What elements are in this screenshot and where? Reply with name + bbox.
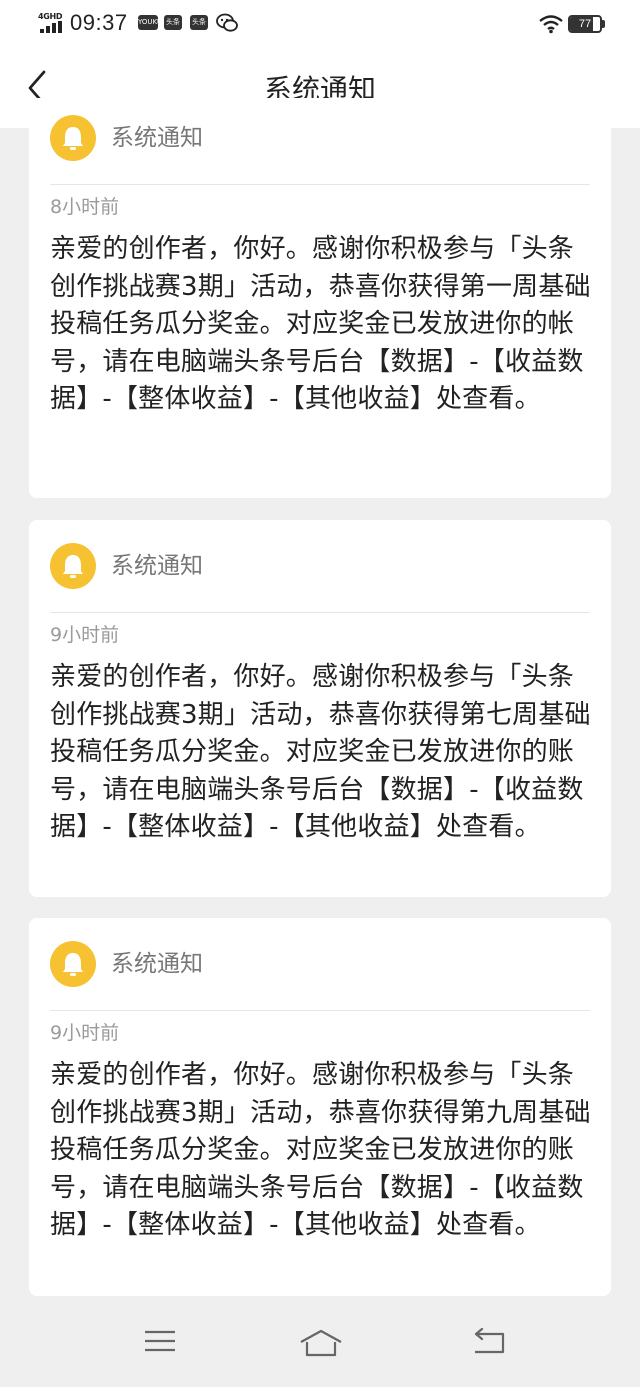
back-nav-button[interactable] [472,1327,506,1360]
back-icon [474,1327,505,1354]
card-divider [50,184,590,185]
battery-icon: 77 [568,15,602,33]
toutiao-app-icon: 头条 [164,15,182,30]
network-type: 4GHD [38,12,63,21]
wechat-icon [216,13,238,32]
notification-time: 8小时前 [50,196,120,218]
signal-indicator: 4GHD [38,12,68,34]
card-divider [50,1010,590,1011]
bell-avatar [50,543,96,589]
youku-app-icon: YOUKU [138,15,162,30]
menu-button[interactable] [144,1328,176,1360]
battery-percent: 77 [578,18,592,30]
notification-message: 亲爱的创作者，你好。感谢你积极参与「头条创作挑战赛3期」活动，恭喜你获得第一周基… [50,234,591,414]
bell-avatar [50,115,96,161]
wifi-icon [539,15,563,34]
system-navigation-bar [0,1300,640,1387]
notification-message: 亲爱的创作者，你好。感谢你积极参与「头条创作挑战赛3期」活动，恭喜你获得第九周基… [50,1060,591,1240]
home-button[interactable] [299,1328,343,1362]
bell-avatar [50,941,96,987]
menu-icon [145,1330,175,1352]
home-icon [300,1329,342,1357]
notification-sender: 系统通知 [111,951,203,977]
bell-icon [63,953,83,976]
bell-icon [63,127,83,150]
status-time: 09:37 [70,10,128,35]
card-divider [50,612,590,613]
notification-time: 9小时前 [50,624,120,646]
status-bar: 4GHD 09:37 YOUKU 头条 头条 77 [0,0,640,46]
notification-time: 9小时前 [50,1022,120,1044]
bell-icon [63,555,83,578]
notification-sender: 系统通知 [111,553,203,579]
battery-cap [602,20,605,28]
signal-bars-icon [40,21,62,33]
notification-sender: 系统通知 [111,125,203,151]
notification-card[interactable]: 系统通知 9小时前 亲爱的创作者，你好。感谢你积极参与「头条创作挑战赛3期」活动… [29,520,611,897]
notification-card[interactable]: 系统通知 8小时前 亲爱的创作者，你好。感谢你积极参与「头条创作挑战赛3期」活动… [29,98,611,498]
toutiao-app-icon-2: 头条 [190,15,208,30]
notification-message: 亲爱的创作者，你好。感谢你积极参与「头条创作挑战赛3期」活动，恭喜你获得第七周基… [50,662,591,842]
notification-card[interactable]: 系统通知 9小时前 亲爱的创作者，你好。感谢你积极参与「头条创作挑战赛3期」活动… [29,918,611,1296]
